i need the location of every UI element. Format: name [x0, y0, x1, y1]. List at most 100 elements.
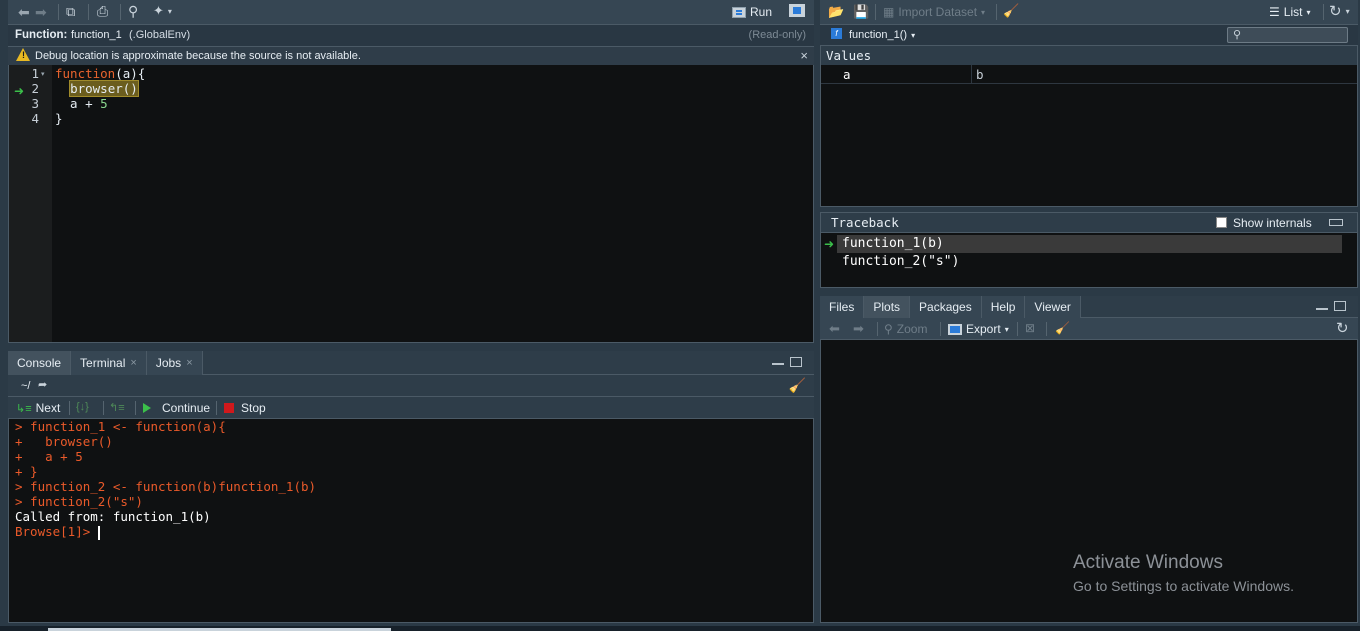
function-label: Function:: [15, 29, 68, 41]
print-icon[interactable]: ⎙: [97, 3, 108, 20]
next-button[interactable]: ↳≡ Next: [16, 401, 60, 415]
show-internals-checkbox[interactable]: [1216, 217, 1227, 228]
maximize-pane-icon[interactable]: [1334, 301, 1346, 311]
next-plot-icon[interactable]: ➡: [853, 321, 864, 337]
console-tabbar: Console Terminal × Jobs ×: [8, 351, 814, 375]
current-frame-arrow-icon: ➜: [824, 237, 835, 251]
forward-icon[interactable]: ➡: [35, 4, 47, 21]
code-token: a +: [55, 96, 101, 111]
load-workspace-icon[interactable]: 📂: [828, 4, 844, 20]
watermark-title: Activate Windows: [1073, 552, 1223, 573]
run-button[interactable]: Run: [732, 5, 772, 19]
run-label: Run: [750, 5, 773, 19]
zoom-button[interactable]: ⚲ Zoom: [884, 322, 927, 336]
maximize-pane-icon[interactable]: [790, 357, 802, 367]
console-output[interactable]: > function_1 <- function(a){+ browser() +…: [8, 419, 814, 623]
tab-terminal[interactable]: Terminal ×: [71, 351, 147, 375]
code-line[interactable]: a + 5: [55, 96, 108, 111]
console-line: + }: [15, 464, 38, 479]
clear-console-icon[interactable]: 🧹: [789, 377, 806, 394]
console-path[interactable]: ~/: [21, 380, 30, 392]
minimize-pane-icon[interactable]: [772, 359, 784, 365]
remove-plot-icon[interactable]: ⊠: [1025, 321, 1035, 335]
refresh-icon[interactable]: ↻ ▾: [1329, 2, 1350, 20]
show-in-window-icon[interactable]: ⧉: [66, 4, 75, 20]
stop-button[interactable]: Stop: [224, 401, 266, 415]
back-icon[interactable]: ⬅: [18, 4, 30, 21]
tab-packages[interactable]: Packages: [910, 296, 982, 318]
text-cursor: [97, 525, 100, 540]
function-frame-icon: f: [831, 28, 842, 39]
search-icon: ⚲: [1233, 29, 1242, 41]
tab-files[interactable]: Files: [820, 296, 865, 318]
values-header: Values: [821, 46, 1357, 65]
code-token: function: [55, 66, 116, 81]
export-button[interactable]: Export ▾: [948, 322, 1009, 336]
save-workspace-icon[interactable]: 💾: [853, 4, 869, 20]
step-into-icon[interactable]: {↓}: [76, 401, 89, 413]
traceback-header: Traceback Show internals: [820, 212, 1358, 233]
prompt-text: Browse[1]>: [15, 524, 98, 539]
environment-toolbar: 📂 💾 ▦ Import Dataset ▾ 🧹 ☰ List ▾ ↻ ▾: [820, 0, 1358, 25]
tab-help[interactable]: Help: [981, 296, 1026, 318]
line-number: 1: [31, 66, 39, 81]
code-tools-wand-icon[interactable]: ✦ ▾: [153, 3, 172, 19]
continue-button[interactable]: Continue: [143, 401, 210, 415]
function-bar: Function: function_1 (.GlobalEnv) (Read-…: [8, 25, 814, 47]
clear-workspace-icon[interactable]: 🧹: [1003, 3, 1019, 19]
tab-plots[interactable]: Plots: [864, 296, 911, 318]
close-tab-icon[interactable]: ×: [130, 357, 136, 369]
env-context-bar: f function_1() ▾ ⚲: [820, 25, 1358, 46]
console-prompt[interactable]: Browse[1]>: [15, 524, 316, 540]
list-icon: ☰: [1269, 5, 1280, 19]
traceback-frame[interactable]: function_2("s"): [837, 253, 1342, 271]
code-token: 5: [100, 96, 108, 111]
close-tab-icon[interactable]: ×: [186, 357, 192, 369]
minimize-pane-icon[interactable]: [1316, 304, 1328, 310]
search-icon[interactable]: ⚲: [128, 3, 138, 20]
previous-plot-icon[interactable]: ⬅: [829, 321, 840, 337]
source-options-icon[interactable]: [789, 4, 805, 17]
fold-icon[interactable]: ▾: [41, 70, 45, 78]
code-line[interactable]: }: [55, 111, 63, 126]
collapse-traceback-icon[interactable]: [1329, 219, 1343, 226]
close-warning-icon[interactable]: ×: [800, 48, 808, 63]
clear-plots-icon[interactable]: 🧹: [1055, 321, 1070, 335]
traceback-frame-selected[interactable]: function_1(b): [837, 235, 1342, 253]
console-line: > function_1 <- function(a){: [15, 419, 226, 434]
values-row[interactable]: a b: [821, 65, 1357, 84]
editor-pane[interactable]: ➜ 1234 ▾ function(a){ browser() a + 5}: [8, 65, 814, 343]
code-token: }: [55, 111, 63, 126]
source-toolbar: ⬅ ➡ ⧉ ⎙ ⚲ ✦ ▾ Run: [8, 0, 814, 25]
line-number: 4: [31, 111, 39, 126]
open-path-icon[interactable]: ➦: [38, 378, 47, 391]
refresh-plot-icon[interactable]: ↻: [1336, 319, 1349, 337]
environment-frame-dropdown[interactable]: function_1() ▾: [849, 29, 915, 41]
files-tabbar: Files Plots Packages Help Viewer: [820, 296, 1358, 318]
console-line: + browser(): [15, 434, 113, 449]
tab-viewer[interactable]: Viewer: [1025, 296, 1081, 318]
tab-jobs[interactable]: Jobs ×: [146, 351, 203, 375]
environment-search-input[interactable]: ⚲: [1227, 27, 1348, 43]
function-env: (.GlobalEnv): [129, 29, 191, 41]
view-mode-dropdown[interactable]: ☰ List ▾: [1269, 5, 1310, 19]
value-value: b: [976, 67, 984, 82]
value-name: a: [843, 67, 851, 82]
run-icon: [732, 6, 746, 18]
plots-area: Activate Windows Go to Settings to activ…: [820, 340, 1358, 623]
finish-function-icon[interactable]: ↰≡: [109, 401, 125, 414]
stop-icon: [224, 403, 234, 413]
code-line[interactable]: browser(): [55, 80, 139, 97]
import-dataset-icon: ▦: [883, 5, 895, 19]
export-icon: [948, 323, 962, 335]
debug-toolbar: ↳≡ Next {↓} ↰≡ Continue Stop: [8, 397, 814, 419]
windows-activation-watermark: Activate Windows Go to Settings to activ…: [1073, 552, 1294, 594]
tab-console[interactable]: Console: [8, 351, 72, 375]
console-path-bar: ~/ ➦ 🧹: [8, 375, 814, 397]
function-name: function_1: [71, 29, 122, 41]
console-line: + a + 5: [15, 449, 83, 464]
import-dataset-button[interactable]: ▦ Import Dataset ▾: [883, 5, 985, 19]
code-line[interactable]: function(a){: [55, 66, 145, 81]
line-number: 2: [31, 81, 39, 96]
